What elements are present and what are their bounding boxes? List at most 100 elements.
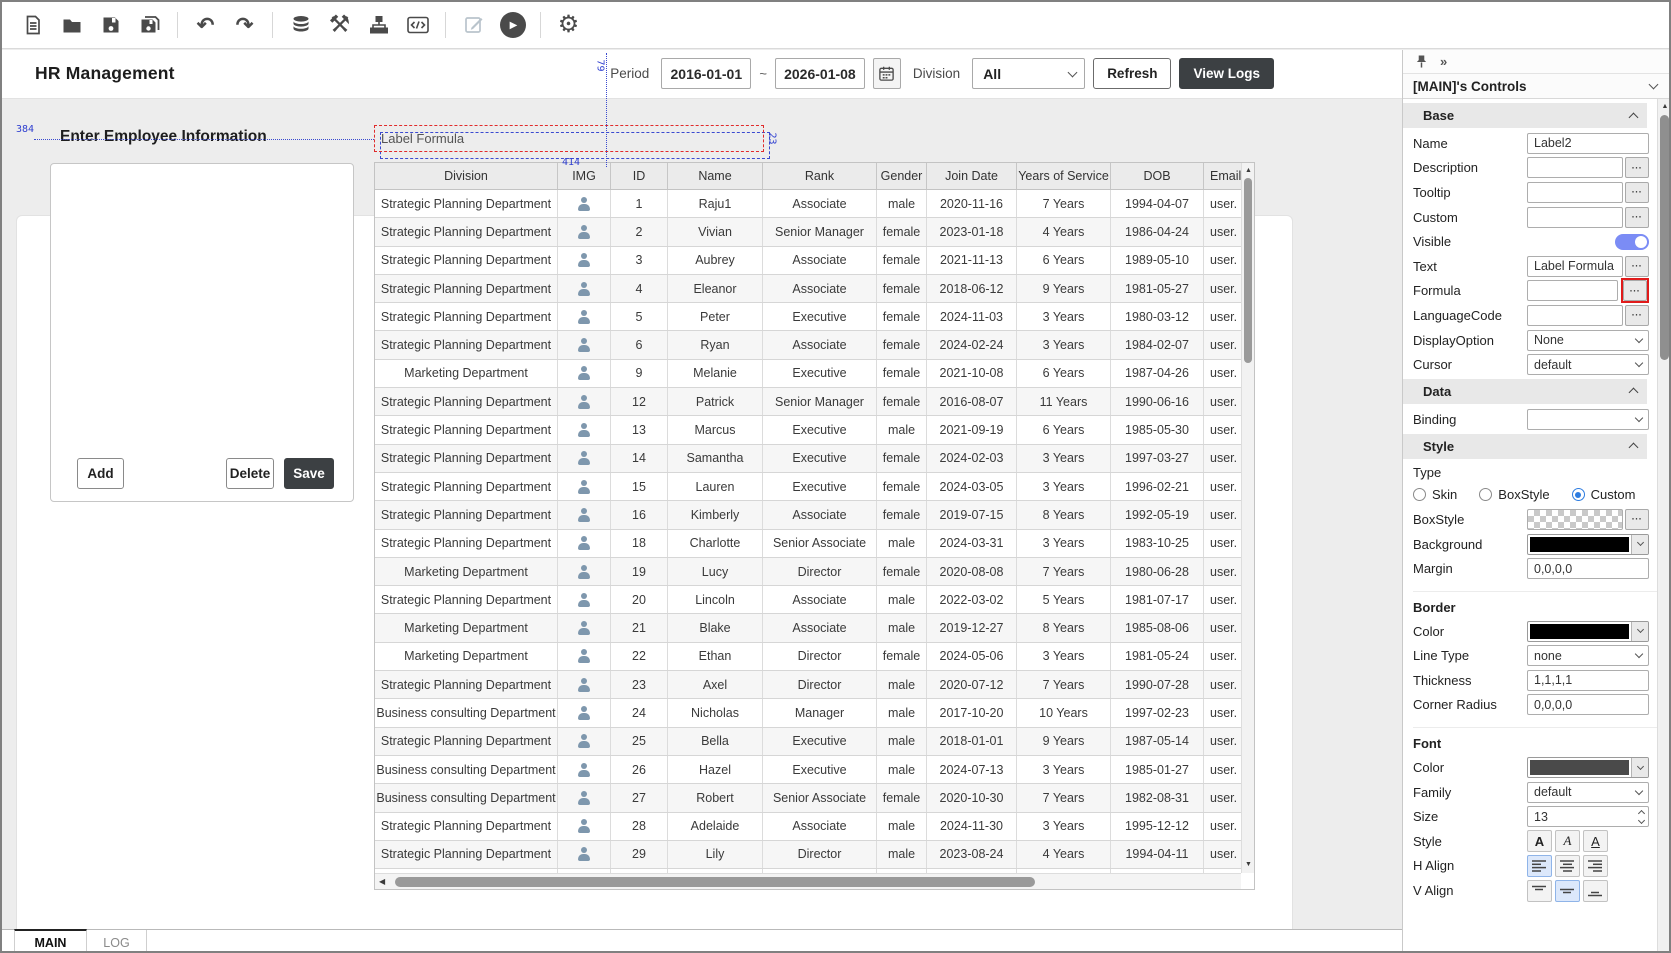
col-header-gender[interactable]: Gender (877, 163, 927, 189)
section-base[interactable]: Base (1403, 103, 1647, 128)
table-row[interactable]: Marketing Department 22 Ethan Director f… (375, 643, 1254, 671)
open-folder-icon[interactable] (55, 9, 88, 42)
col-header-division[interactable]: Division (375, 163, 558, 189)
calendar-button[interactable] (873, 58, 901, 89)
scroll-up-icon[interactable]: ▲ (1242, 165, 1255, 177)
radio-boxstyle[interactable] (1479, 488, 1492, 501)
tab-log[interactable]: LOG (87, 930, 147, 953)
valign-bottom-button[interactable] (1583, 880, 1608, 902)
step-up-icon[interactable] (1638, 810, 1645, 817)
source-code-icon[interactable] (401, 9, 434, 42)
col-header-dob[interactable]: DOB (1111, 163, 1204, 189)
valign-top-button[interactable] (1527, 880, 1552, 902)
scroll-down-icon[interactable]: ▼ (1242, 859, 1255, 871)
table-row[interactable]: Strategic Planning Department 13 Marcus … (375, 416, 1254, 444)
ellipsis-button[interactable]: ··· (1625, 157, 1649, 178)
cursor-select[interactable]: default (1527, 354, 1649, 375)
table-row[interactable]: Marketing Department 19 Lucy Director fe… (375, 558, 1254, 586)
division-select[interactable]: All (972, 58, 1085, 89)
table-row[interactable]: Strategic Planning Department 29 Lily Di… (375, 841, 1254, 869)
table-row[interactable]: Strategic Planning Department 18 Charlot… (375, 530, 1254, 558)
period-to-input[interactable] (775, 58, 865, 89)
table-row[interactable]: Strategic Planning Department 1 Raju1 As… (375, 190, 1254, 218)
sitemap-icon[interactable] (362, 9, 395, 42)
ellipsis-button[interactable]: ··· (1625, 207, 1649, 228)
table-row[interactable]: Strategic Planning Department 6 Ryan Ass… (375, 331, 1254, 359)
save-icon[interactable] (94, 9, 127, 42)
period-from-input[interactable] (661, 58, 751, 89)
table-row[interactable]: Business consulting Department 26 Hazel … (375, 756, 1254, 784)
save-all-icon[interactable] (133, 9, 166, 42)
languagecode-input[interactable] (1527, 305, 1623, 326)
table-row[interactable]: Marketing Department 21 Blake Associate … (375, 614, 1254, 642)
col-header-name[interactable]: Name (668, 163, 763, 189)
tooltip-input[interactable] (1527, 182, 1623, 203)
table-row[interactable]: Marketing Department 9 Melanie Executive… (375, 360, 1254, 388)
description-input[interactable] (1527, 157, 1623, 178)
custom-input[interactable] (1527, 207, 1623, 228)
horizontal-scroll-thumb[interactable] (395, 877, 1035, 887)
settings-icon[interactable]: ⚙ (552, 9, 585, 42)
build-tools-icon[interactable]: ⚒ (323, 9, 356, 42)
new-document-icon[interactable] (16, 9, 49, 42)
font-size-stepper[interactable]: 13 (1527, 806, 1649, 827)
table-row[interactable]: Strategic Planning Department 14 Samanth… (375, 445, 1254, 473)
name-input[interactable] (1527, 133, 1649, 154)
vertical-scroll-thumb[interactable] (1244, 178, 1252, 363)
align-right-button[interactable] (1583, 855, 1608, 877)
refresh-button[interactable]: Refresh (1093, 58, 1171, 89)
table-row[interactable]: Strategic Planning Department 5 Peter Ex… (375, 303, 1254, 331)
ellipsis-button[interactable]: ··· (1625, 256, 1649, 277)
radio-skin[interactable] (1413, 488, 1426, 501)
section-data[interactable]: Data (1403, 379, 1647, 404)
undo-icon[interactable]: ↶ (189, 9, 222, 42)
displayoption-select[interactable]: None (1527, 330, 1649, 351)
underline-button[interactable]: A (1583, 830, 1608, 852)
align-center-button[interactable] (1555, 855, 1580, 877)
collapse-panel-icon[interactable]: » (1440, 54, 1447, 69)
ellipsis-button[interactable]: ··· (1625, 182, 1649, 203)
table-row[interactable]: Business consulting Department 27 Robert… (375, 784, 1254, 812)
table-row[interactable]: Strategic Planning Department 16 Kimberl… (375, 501, 1254, 529)
grid-horizontal-scrollbar[interactable]: ◀ (375, 873, 1241, 889)
database-icon[interactable] (284, 9, 317, 42)
boxstyle-swatch[interactable] (1527, 509, 1623, 530)
table-row[interactable]: Strategic Planning Department 25 Bella E… (375, 728, 1254, 756)
save-button[interactable]: Save (284, 458, 334, 489)
grid-vertical-scrollbar[interactable]: ▲ ▼ (1241, 163, 1254, 873)
selected-label-control[interactable]: Label Formula (374, 125, 764, 152)
formula-ellipsis-button[interactable]: ··· (1623, 280, 1647, 301)
pin-icon[interactable] (1415, 54, 1428, 69)
table-row[interactable]: Strategic Planning Department 2 Vivian S… (375, 218, 1254, 246)
tab-main[interactable]: MAIN (14, 929, 87, 953)
dropdown-button[interactable] (1631, 622, 1648, 641)
redo-icon[interactable]: ↷ (228, 9, 261, 42)
table-row[interactable]: Strategic Planning Department 20 Lincoln… (375, 586, 1254, 614)
step-down-icon[interactable] (1638, 817, 1645, 824)
formula-input[interactable] (1527, 280, 1618, 301)
run-icon[interactable]: ▶ (496, 9, 529, 42)
col-header-id[interactable]: ID (611, 163, 668, 189)
radio-custom[interactable] (1572, 488, 1585, 501)
thickness-input[interactable] (1527, 670, 1649, 691)
panel-scroll-thumb[interactable] (1660, 115, 1669, 360)
valign-middle-button[interactable] (1555, 880, 1580, 902)
panel-scrollbar[interactable]: ▲ (1657, 99, 1671, 953)
ellipsis-button[interactable]: ··· (1625, 509, 1649, 530)
corner-radius-input[interactable] (1527, 694, 1649, 715)
table-row[interactable]: Strategic Planning Department 12 Patrick… (375, 388, 1254, 416)
section-style[interactable]: Style (1403, 434, 1647, 459)
dropdown-button[interactable] (1631, 535, 1648, 554)
panel-title-bar[interactable]: [MAIN]'s Controls (1403, 73, 1671, 99)
dropdown-button[interactable] (1631, 758, 1648, 777)
background-color-select[interactable] (1527, 534, 1649, 555)
table-row[interactable]: Strategic Planning Department 4 Eleanor … (375, 275, 1254, 303)
table-row[interactable]: Strategic Planning Department 3 Aubrey A… (375, 247, 1254, 275)
ellipsis-button[interactable]: ··· (1625, 305, 1649, 326)
col-header-joindate[interactable]: Join Date (927, 163, 1017, 189)
text-input[interactable] (1527, 256, 1623, 277)
col-header-rank[interactable]: Rank (763, 163, 877, 189)
binding-select[interactable] (1527, 409, 1649, 430)
delete-button[interactable]: Delete (226, 458, 274, 489)
font-color-select[interactable] (1527, 757, 1649, 778)
